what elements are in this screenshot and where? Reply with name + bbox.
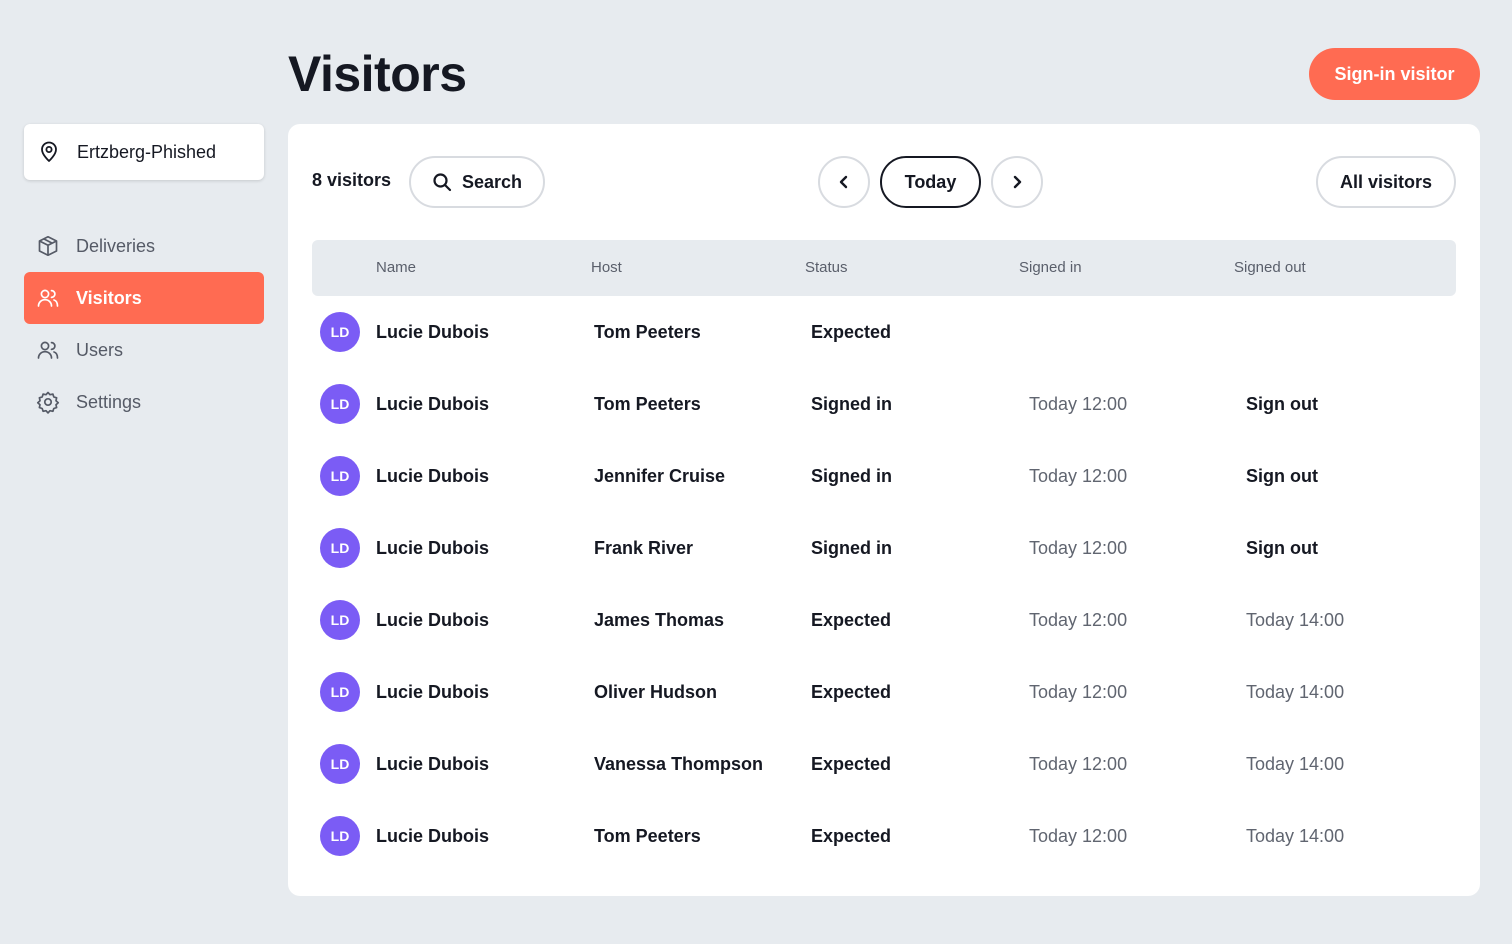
sidebar-item-visitors[interactable]: Visitors (24, 272, 264, 324)
column-header-signed-out: Signed out (1234, 259, 1306, 276)
column-header-signed-in: Signed in (1019, 259, 1082, 276)
sign-out-button[interactable]: Sign out (1246, 537, 1318, 559)
location-pin-icon (37, 140, 61, 164)
sidebar-item-label: Deliveries (76, 235, 156, 256)
avatar: LD (320, 456, 360, 496)
search-label: Search (461, 171, 523, 192)
table-row[interactable]: LD Lucie Dubois Frank River Signed in Today … (312, 512, 1456, 584)
host-name: Tom Peeters (594, 394, 701, 414)
table-row[interactable]: LD Lucie Dubois Tom Peeters Expected Today 1… (312, 800, 1456, 872)
host-name: Frank River (594, 538, 694, 558)
column-header-name: Name (376, 259, 417, 276)
sidebar-item-settings[interactable]: Settings (24, 376, 264, 428)
sidebar-item-label: Users (76, 339, 124, 360)
avatar: LD (320, 672, 360, 712)
visitors-card: 8 visitors Search Today All visitors Nam… (288, 124, 1480, 896)
avatar: LD (320, 600, 360, 640)
sidebar-item-label: Visitors (76, 287, 142, 308)
table-row[interactable]: LD Lucie Dubois Oliver Hudson Expected Today… (312, 656, 1456, 728)
signed-in-time: Today 12:00 (1029, 538, 1128, 558)
page-title: Visitors (288, 46, 467, 102)
sidebar-nav: Deliveries Visitors Users Settings (24, 220, 264, 428)
visitor-name: Lucie Dubois (376, 754, 490, 774)
avatar: LD (320, 528, 360, 568)
location-selector[interactable]: Ertzberg-Phished (24, 124, 264, 180)
status-text: Signed in (811, 538, 892, 558)
visitor-name: Lucie Dubois (376, 322, 490, 342)
table-row[interactable]: LD Lucie Dubois Jennifer Cruise Signed in To… (312, 440, 1456, 512)
search-button[interactable]: Search (409, 156, 545, 208)
sidebar-item-label: Settings (76, 391, 142, 412)
users-icon (36, 338, 60, 362)
status-text: Expected (811, 322, 892, 342)
chevron-left-icon (836, 174, 852, 190)
signed-out-time: Today 14:00 (1246, 682, 1345, 702)
table-row[interactable]: LD Lucie Dubois James Thomas Expected Today … (312, 584, 1456, 656)
signed-in-time: Today 12:00 (1029, 682, 1128, 702)
users-icon (36, 286, 60, 310)
box-icon (36, 234, 60, 258)
signed-out-time: Today 14:00 (1246, 754, 1345, 774)
signed-out-time: Today 14:00 (1246, 610, 1345, 630)
avatar: LD (320, 744, 360, 784)
visitors-table-body: LD Lucie Dubois Tom Peeters Expected LD Lucie… (312, 296, 1456, 872)
signed-in-time: Today 12:00 (1029, 826, 1128, 846)
signed-out-time: Today 14:00 (1246, 826, 1345, 846)
sidebar-item-deliveries[interactable]: Deliveries (24, 220, 264, 272)
visitor-name: Lucie Dubois (376, 682, 490, 702)
table-row[interactable]: LD Lucie Dubois Vanessa Thompson Expected To… (312, 728, 1456, 800)
signed-in-time: Today 12:00 (1029, 610, 1128, 630)
previous-day-button[interactable] (818, 156, 870, 208)
signed-in-time: Today 12:00 (1029, 754, 1128, 774)
signed-in-time: Today 12:00 (1029, 466, 1128, 486)
sidebar-item-users[interactable]: Users (24, 324, 264, 376)
visitor-name: Lucie Dubois (376, 394, 490, 414)
location-name: Ertzberg-Phished (77, 141, 217, 162)
status-text: Expected (811, 754, 892, 774)
visitor-name: Lucie Dubois (376, 826, 490, 846)
avatar: LD (320, 312, 360, 352)
today-button[interactable]: Today (880, 156, 981, 208)
table-row[interactable]: LD Lucie Dubois Tom Peeters Signed in Today … (312, 368, 1456, 440)
avatar: LD (320, 816, 360, 856)
gear-icon (36, 390, 60, 414)
status-text: Signed in (811, 394, 892, 414)
host-name: Oliver Hudson (594, 682, 718, 702)
status-text: Expected (811, 682, 892, 702)
visitor-name: Lucie Dubois (376, 466, 490, 486)
column-header-status: Status (805, 259, 848, 276)
host-name: Jennifer Cruise (594, 466, 726, 486)
all-visitors-filter-button[interactable]: All visitors (1316, 156, 1456, 208)
visitor-name: Lucie Dubois (376, 610, 490, 630)
visitor-name: Lucie Dubois (376, 538, 490, 558)
host-name: Vanessa Thompson (594, 754, 764, 774)
avatar: LD (320, 384, 360, 424)
status-text: Expected (811, 610, 892, 630)
table-row[interactable]: LD Lucie Dubois Tom Peeters Expected (312, 296, 1456, 368)
sign-in-visitor-button[interactable]: Sign-in visitor (1309, 48, 1480, 100)
status-text: Expected (811, 826, 892, 846)
sign-out-button[interactable]: Sign out (1246, 393, 1318, 415)
visitor-count: 8 visitors (312, 170, 392, 190)
host-name: Tom Peeters (594, 322, 701, 342)
signed-in-time: Today 12:00 (1029, 394, 1128, 414)
chevron-right-icon (1009, 174, 1025, 190)
host-name: James Thomas (594, 610, 725, 630)
table-header: Name Host Status Signed in Signed out (312, 240, 1456, 296)
sign-out-button[interactable]: Sign out (1246, 465, 1318, 487)
column-header-host: Host (591, 259, 622, 276)
search-icon (432, 172, 452, 192)
next-day-button[interactable] (991, 156, 1043, 208)
visitors-page: Visitors Sign-in visitor Ertzberg-Phishe… (0, 0, 1512, 944)
host-name: Tom Peeters (594, 826, 701, 846)
status-text: Signed in (811, 466, 892, 486)
